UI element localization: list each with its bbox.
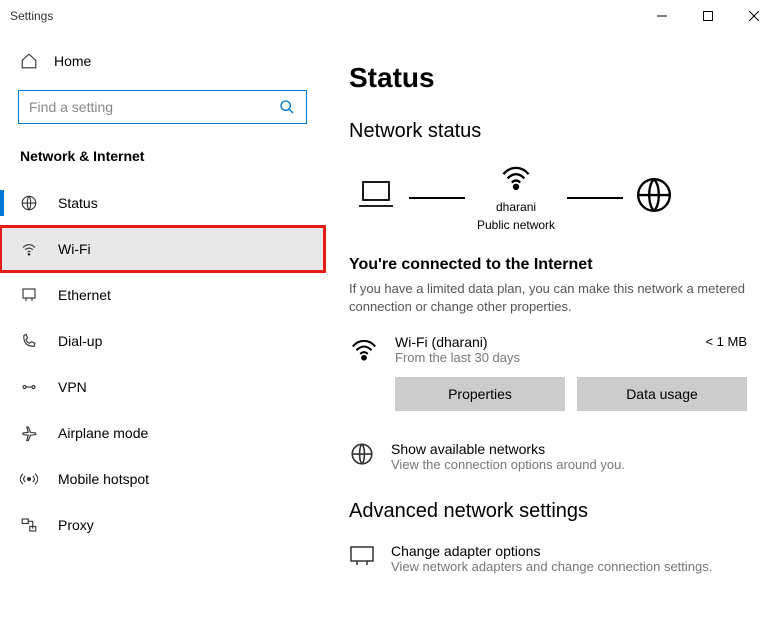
sidebar-item-label: Proxy: [58, 517, 94, 533]
diagram-line: [409, 197, 465, 199]
sidebar-item-label: Wi-Fi: [58, 241, 91, 257]
properties-button[interactable]: Properties: [395, 377, 565, 411]
status-icon: [20, 194, 38, 212]
sidebar-item-label: Status: [58, 195, 98, 211]
sidebar-item-hotspot[interactable]: Mobile hotspot: [0, 456, 325, 502]
laptop-icon: [355, 178, 397, 217]
page-title: Status: [349, 62, 747, 94]
sidebar-item-vpn[interactable]: VPN: [0, 364, 325, 410]
category-label: Network & Internet: [0, 138, 325, 180]
show-networks-sub: View the connection options around you.: [391, 457, 625, 472]
sidebar-item-dialup[interactable]: Dial-up: [0, 318, 325, 364]
sidebar-item-wifi[interactable]: Wi-Fi: [0, 226, 325, 272]
diagram-line: [567, 197, 623, 199]
dialup-icon: [20, 332, 38, 350]
main-content: Status Network status dharani Public net…: [325, 32, 777, 634]
wifi-connection-row: Wi-Fi (dharani) From the last 30 days < …: [349, 328, 747, 377]
sidebar-item-airplane[interactable]: Airplane mode: [0, 410, 325, 456]
sidebar-item-label: Mobile hotspot: [58, 471, 149, 487]
network-status-heading: Network status: [349, 120, 747, 143]
wifi-diagram-icon: [499, 163, 533, 196]
show-networks-title: Show available networks: [391, 441, 625, 457]
minimize-button[interactable]: [639, 0, 685, 32]
maximize-button[interactable]: [685, 0, 731, 32]
adapter-options-link[interactable]: Change adapter options View network adap…: [349, 543, 747, 574]
wifi-period: From the last 30 days: [395, 350, 689, 365]
wifi-usage: < 1 MB: [705, 334, 747, 349]
home-icon: [20, 52, 38, 70]
home-label: Home: [54, 53, 91, 69]
wifi-icon: [20, 240, 38, 258]
close-button[interactable]: [731, 0, 777, 32]
adapter-title: Change adapter options: [391, 543, 712, 559]
globe-icon: [349, 441, 375, 467]
search-icon: [278, 98, 296, 116]
proxy-icon: [20, 516, 38, 534]
wifi-name: Wi-Fi (dharani): [395, 334, 689, 350]
diagram-network-type: Public network: [477, 218, 555, 232]
show-networks-link[interactable]: Show available networks View the connect…: [349, 441, 747, 472]
sidebar-item-label: VPN: [58, 379, 87, 395]
hotspot-icon: [20, 470, 38, 488]
advanced-heading: Advanced network settings: [349, 500, 747, 523]
window-title: Settings: [10, 9, 53, 23]
sidebar: Home Network & Internet Status Wi-Fi: [0, 32, 325, 634]
airplane-icon: [20, 424, 38, 442]
wifi-icon: [349, 334, 379, 364]
connected-title: You're connected to the Internet: [349, 256, 747, 274]
sidebar-item-ethernet[interactable]: Ethernet: [0, 272, 325, 318]
adapter-icon: [349, 543, 375, 569]
sidebar-item-label: Airplane mode: [58, 425, 148, 441]
connected-desc: If you have a limited data plan, you can…: [349, 280, 747, 316]
globe-icon: [635, 176, 673, 219]
home-link[interactable]: Home: [0, 42, 325, 80]
adapter-sub: View network adapters and change connect…: [391, 559, 712, 574]
sidebar-item-status[interactable]: Status: [0, 180, 325, 226]
titlebar: Settings: [0, 0, 777, 32]
diagram-ssid: dharani: [496, 200, 536, 214]
search-box[interactable]: [18, 90, 307, 124]
vpn-icon: [20, 378, 38, 396]
sidebar-item-label: Ethernet: [58, 287, 111, 303]
sidebar-item-label: Dial-up: [58, 333, 102, 349]
sidebar-item-proxy[interactable]: Proxy: [0, 502, 325, 548]
search-input[interactable]: [29, 99, 278, 115]
ethernet-icon: [20, 286, 38, 304]
network-diagram: dharani Public network: [349, 163, 747, 232]
data-usage-button[interactable]: Data usage: [577, 377, 747, 411]
